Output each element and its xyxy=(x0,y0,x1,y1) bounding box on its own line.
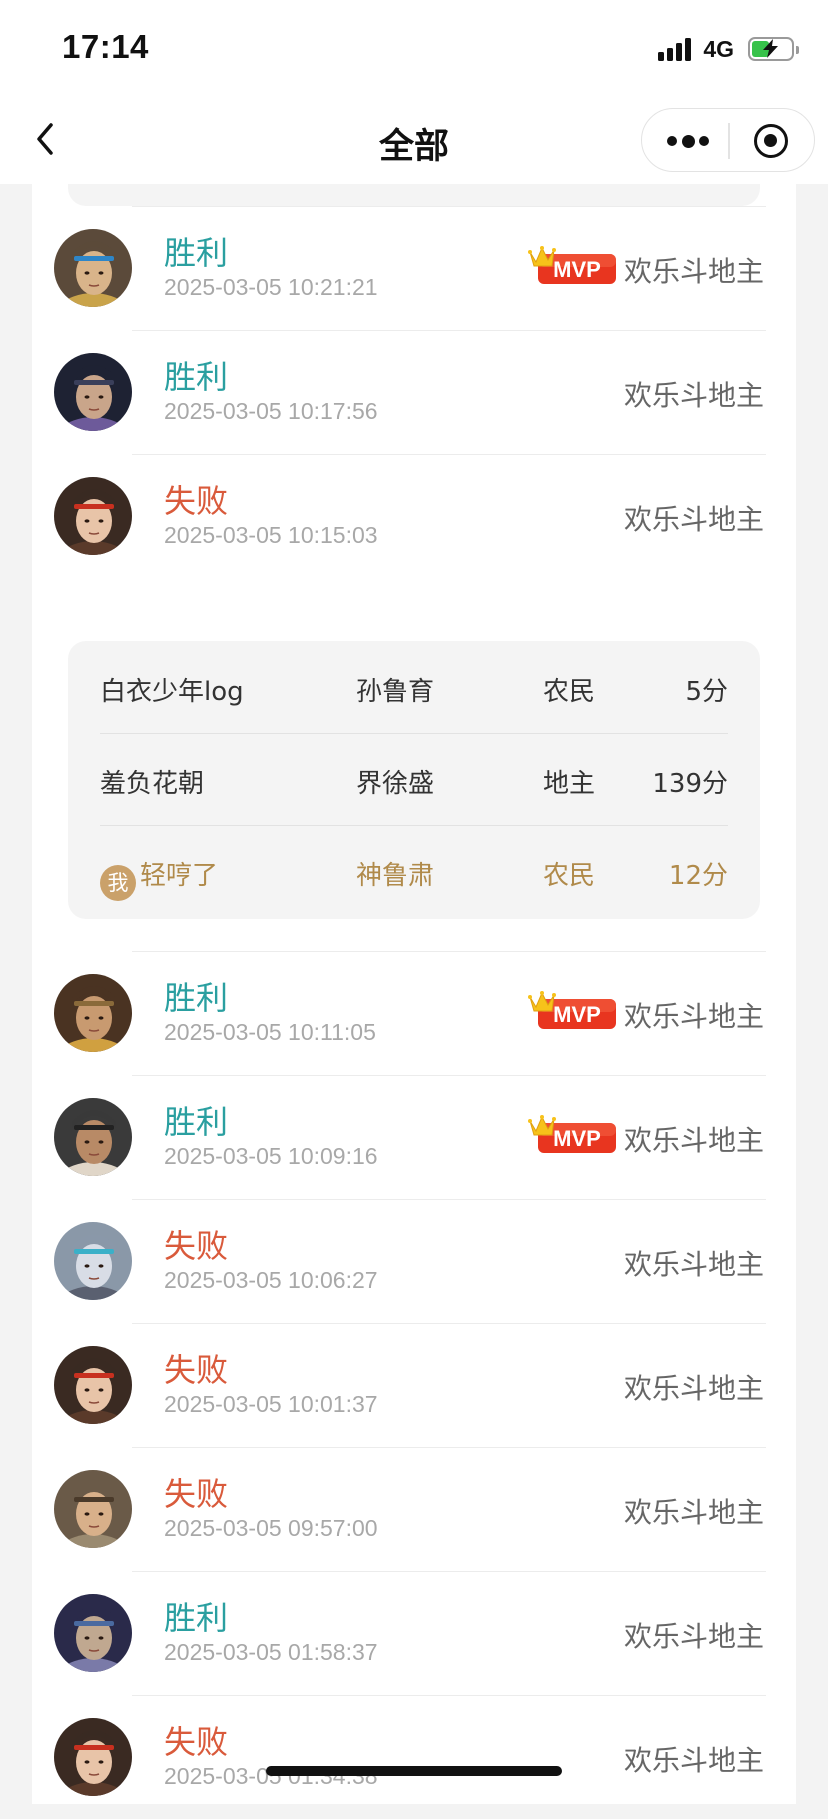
game-mode: 欢乐斗地主 xyxy=(623,1372,764,1405)
avatar xyxy=(54,1098,132,1176)
game-result: 失败 xyxy=(164,482,229,520)
mvp-badge-icon: MVP xyxy=(528,242,618,288)
game-record-row[interactable]: 失败 2025-03-05 10:15:03 欢乐斗地主 xyxy=(32,454,796,578)
game-time: 2025-03-05 10:21:21 xyxy=(164,274,378,300)
avatar xyxy=(54,1718,132,1796)
avatar xyxy=(54,477,132,555)
game-time: 2025-03-05 09:57:00 xyxy=(164,1515,378,1541)
svg-text:MVP: MVP xyxy=(553,1126,601,1151)
player-score: 139分 xyxy=(652,769,728,799)
nav-bar: 全部 xyxy=(0,96,828,184)
game-mode: 欢乐斗地主 xyxy=(623,1248,764,1281)
mvp-badge-icon: MVP xyxy=(528,987,618,1033)
player-role: 农民 xyxy=(543,861,596,891)
game-mode: 欢乐斗地主 xyxy=(623,503,764,536)
avatar xyxy=(54,353,132,431)
avatar xyxy=(54,1222,132,1300)
previous-detail-panel xyxy=(68,184,760,206)
player-name: 我轻哼了 xyxy=(100,855,218,901)
player-score: 12分 xyxy=(668,861,728,891)
player-hero: 神鲁肃 xyxy=(356,861,435,891)
game-result: 失败 xyxy=(164,1475,229,1513)
mvp-badge-icon: MVP xyxy=(528,1111,618,1157)
network-label: 4G xyxy=(703,35,734,62)
status-time: 17:14 xyxy=(62,28,149,65)
svg-text:MVP: MVP xyxy=(553,1002,601,1027)
game-result: 胜利 xyxy=(164,1599,229,1637)
game-result: 胜利 xyxy=(164,1103,229,1141)
game-mode: 欢乐斗地主 xyxy=(623,1000,764,1033)
mini-program-capsule xyxy=(641,108,815,172)
game-time: 2025-03-05 10:09:16 xyxy=(164,1143,378,1169)
status-bar: 17:14 4G xyxy=(0,0,828,96)
game-time: 2025-03-05 10:15:03 xyxy=(164,522,378,548)
player-row-me: 我轻哼了 神鲁肃 农民 12分 xyxy=(68,825,760,917)
game-time: 2025-03-05 10:01:37 xyxy=(164,1391,378,1417)
game-mode: 欢乐斗地主 xyxy=(623,379,764,412)
game-mode: 欢乐斗地主 xyxy=(623,255,764,288)
player-name-text: 轻哼了 xyxy=(140,861,219,891)
game-mode: 欢乐斗地主 xyxy=(623,1496,764,1529)
svg-text:MVP: MVP xyxy=(553,257,601,282)
game-record-list: 胜利 2025-03-05 10:21:21 MVP 欢乐斗地主 胜利 2025… xyxy=(32,184,796,1804)
game-record-row[interactable]: 胜利 2025-03-05 01:58:37 欢乐斗地主 xyxy=(32,1571,796,1695)
player-role: 农民 xyxy=(543,677,596,707)
game-mode: 欢乐斗地主 xyxy=(623,1620,764,1653)
game-result: 失败 xyxy=(164,1723,229,1761)
game-record-row[interactable]: 胜利 2025-03-05 10:17:56 欢乐斗地主 xyxy=(32,330,796,454)
game-record-row[interactable]: 胜利 2025-03-05 10:09:16 MVP 欢乐斗地主 xyxy=(32,1075,796,1199)
game-record-row[interactable]: 失败 2025-03-05 10:06:27 欢乐斗地主 xyxy=(32,1199,796,1323)
status-indicators: 4G xyxy=(658,34,799,64)
player-hero: 界徐盛 xyxy=(356,769,435,799)
avatar xyxy=(54,1346,132,1424)
player-hero: 孙鲁育 xyxy=(356,677,435,707)
avatar xyxy=(54,1594,132,1672)
player-name: 羞负花朝 xyxy=(100,769,205,799)
avatar xyxy=(54,974,132,1052)
game-record-row[interactable]: 失败 2025-03-05 01:34:38 欢乐斗地主 xyxy=(32,1695,796,1819)
game-record-row[interactable]: 失败 2025-03-05 10:01:37 欢乐斗地主 xyxy=(32,1323,796,1447)
home-indicator xyxy=(266,1766,562,1776)
player-row: 白衣少年log 孙鲁育 农民 5分 xyxy=(68,641,760,733)
game-result: 失败 xyxy=(164,1351,229,1389)
game-mode: 欢乐斗地主 xyxy=(623,1744,764,1777)
player-role: 地主 xyxy=(543,769,596,799)
avatar xyxy=(54,1470,132,1548)
more-dots-icon[interactable] xyxy=(667,109,709,173)
game-time: 2025-03-05 10:11:05 xyxy=(164,1019,376,1045)
avatar xyxy=(54,229,132,307)
game-record-row[interactable]: 胜利 2025-03-05 10:11:05 MVP 欢乐斗地主 xyxy=(32,951,796,1075)
me-badge: 我 xyxy=(100,865,136,901)
game-record-row[interactable]: 胜利 2025-03-05 10:21:21 MVP 欢乐斗地主 xyxy=(32,206,796,330)
game-result: 失败 xyxy=(164,1227,229,1265)
game-result: 胜利 xyxy=(164,358,229,396)
game-mode: 欢乐斗地主 xyxy=(623,1124,764,1157)
battery-icon xyxy=(748,37,799,61)
game-result: 胜利 xyxy=(164,234,229,272)
game-time: 2025-03-05 10:06:27 xyxy=(164,1267,378,1293)
game-record-row[interactable]: 失败 2025-03-05 09:57:00 欢乐斗地主 xyxy=(32,1447,796,1571)
player-score: 5分 xyxy=(685,677,728,707)
signal-icon xyxy=(658,37,692,61)
player-name: 白衣少年log xyxy=(100,677,244,707)
game-time: 2025-03-05 01:58:37 xyxy=(164,1639,378,1665)
game-result: 胜利 xyxy=(164,979,229,1017)
game-time: 2025-03-05 10:17:56 xyxy=(164,398,378,424)
player-row: 羞负花朝 界徐盛 地主 139分 xyxy=(68,733,760,825)
game-detail-panel: 白衣少年log 孙鲁育 农民 5分 羞负花朝 界徐盛 地主 139分 我轻哼了 … xyxy=(68,641,760,919)
target-close-icon[interactable] xyxy=(754,124,788,158)
